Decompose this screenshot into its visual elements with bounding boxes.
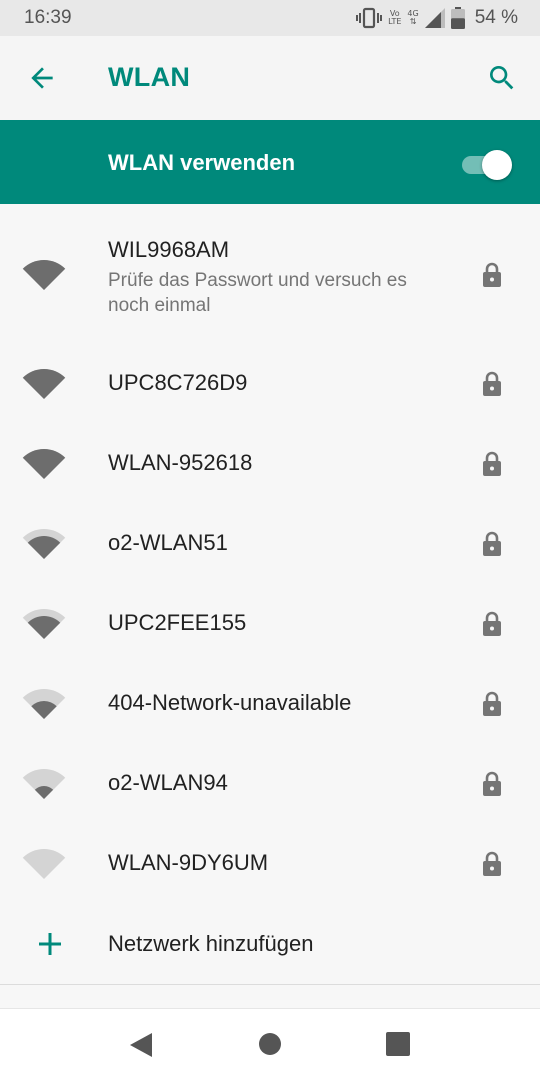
lock-shackle — [485, 262, 499, 273]
lock-icon — [483, 451, 501, 476]
wifi-signal-strength — [27, 616, 61, 639]
lock-icon — [483, 371, 501, 396]
status-icons: Vo LTE 4G ⇅ 54 % — [356, 6, 518, 30]
lock-keyhole — [490, 386, 494, 391]
lock-icon — [483, 691, 501, 716]
network-item[interactable]: WIL9968AM Prüfe das Passwort und versuch… — [0, 204, 540, 344]
status-time: 16:39 — [24, 7, 72, 28]
network-item[interactable]: UPC8C726D9 — [0, 344, 540, 424]
plus-icon — [39, 933, 61, 955]
wifi-signal-background — [22, 849, 66, 879]
network-activity: ⇅ — [409, 17, 417, 26]
wifi-signal-icon — [22, 369, 66, 399]
lock-shackle — [485, 531, 499, 542]
network-name: o2-WLAN94 — [108, 770, 228, 795]
network-name: WLAN-952618 — [108, 450, 253, 475]
search-icon[interactable] — [486, 62, 518, 94]
wifi-signal-icon — [22, 529, 66, 559]
wlan-switch-label: WLAN verwenden — [108, 150, 296, 175]
wlan-master-switch-bar[interactable]: WLAN verwenden — [0, 120, 540, 204]
vibrate-icon — [356, 7, 383, 29]
network-status: Prüfe das Passwort und versuch es noch e… — [108, 270, 407, 316]
lock-keyhole — [490, 277, 494, 282]
lock-shackle — [485, 691, 499, 702]
wifi-signal-icon — [22, 260, 66, 290]
lock-shackle — [485, 851, 499, 862]
network-name: UPC8C726D9 — [108, 370, 248, 395]
navigation-bar — [0, 1008, 540, 1080]
status-bar: 16:39 Vo LTE 4G ⇅ 54 % — [0, 0, 540, 36]
lock-keyhole — [490, 866, 494, 871]
wifi-signal-strength — [31, 700, 57, 719]
network-item[interactable]: o2-WLAN94 — [0, 744, 540, 824]
lock-icon — [483, 262, 501, 287]
network-name: o2-WLAN51 — [108, 530, 228, 555]
battery-percent: 54 % — [474, 7, 518, 28]
add-network-label: Netzwerk hinzufügen — [108, 931, 314, 956]
app-bar: WLAN — [0, 36, 540, 120]
wifi-signal-strength — [27, 536, 61, 559]
wifi-signal-strength — [34, 786, 54, 799]
wifi-signal-strength — [22, 369, 66, 399]
page-title: WLAN — [108, 62, 191, 92]
nav-home-icon[interactable] — [259, 1033, 281, 1055]
wifi-signal-icon — [22, 689, 66, 719]
wifi-signal-icon — [22, 609, 66, 639]
signal-icon — [424, 8, 445, 28]
wifi-signal-strength — [22, 449, 66, 479]
lock-shackle — [485, 371, 499, 382]
toggle-thumb — [482, 150, 512, 180]
lock-keyhole — [490, 706, 494, 711]
battery-icon — [450, 7, 465, 29]
lock-keyhole — [490, 466, 494, 471]
network-item[interactable]: WLAN-952618 — [0, 424, 540, 504]
arrow-back-icon[interactable] — [26, 62, 58, 94]
lock-icon — [483, 851, 501, 876]
wifi-signal-icon — [22, 769, 66, 799]
add-network-button[interactable]: Netzwerk hinzufügen — [0, 904, 540, 984]
network-item[interactable]: WLAN-9DY6UM — [0, 824, 540, 904]
lock-shackle — [485, 771, 499, 782]
volte-bottom: LTE — [388, 17, 402, 26]
nav-recents-icon[interactable] — [386, 1032, 410, 1056]
divider — [0, 984, 540, 985]
lock-keyhole — [490, 546, 494, 551]
network-item[interactable]: 404-Network-unavailable — [0, 664, 540, 744]
nav-back-icon[interactable] — [128, 1031, 154, 1059]
lock-icon — [483, 531, 501, 556]
network-item[interactable]: UPC2FEE155 — [0, 584, 540, 664]
lock-shackle — [485, 611, 499, 622]
lock-keyhole — [490, 786, 494, 791]
network-name: 404-Network-unavailable — [108, 690, 352, 715]
wifi-signal-icon — [22, 849, 66, 879]
lock-icon — [483, 771, 501, 796]
lock-icon — [483, 611, 501, 636]
4g-icon: 4G ⇅ — [407, 10, 418, 26]
network-name: WLAN-9DY6UM — [108, 850, 269, 875]
wifi-signal-strength — [22, 260, 66, 290]
lock-keyhole — [490, 626, 494, 631]
network-name: WIL9968AM — [108, 237, 230, 262]
network-list: WIL9968AM Prüfe das Passwort und versuch… — [0, 204, 540, 984]
wifi-signal-icon — [22, 449, 66, 479]
volte-icon: Vo LTE — [388, 10, 401, 26]
lock-shackle — [485, 451, 499, 462]
network-name: UPC2FEE155 — [108, 610, 247, 635]
wlan-toggle[interactable] — [460, 147, 514, 180]
network-item[interactable]: o2-WLAN51 — [0, 504, 540, 584]
